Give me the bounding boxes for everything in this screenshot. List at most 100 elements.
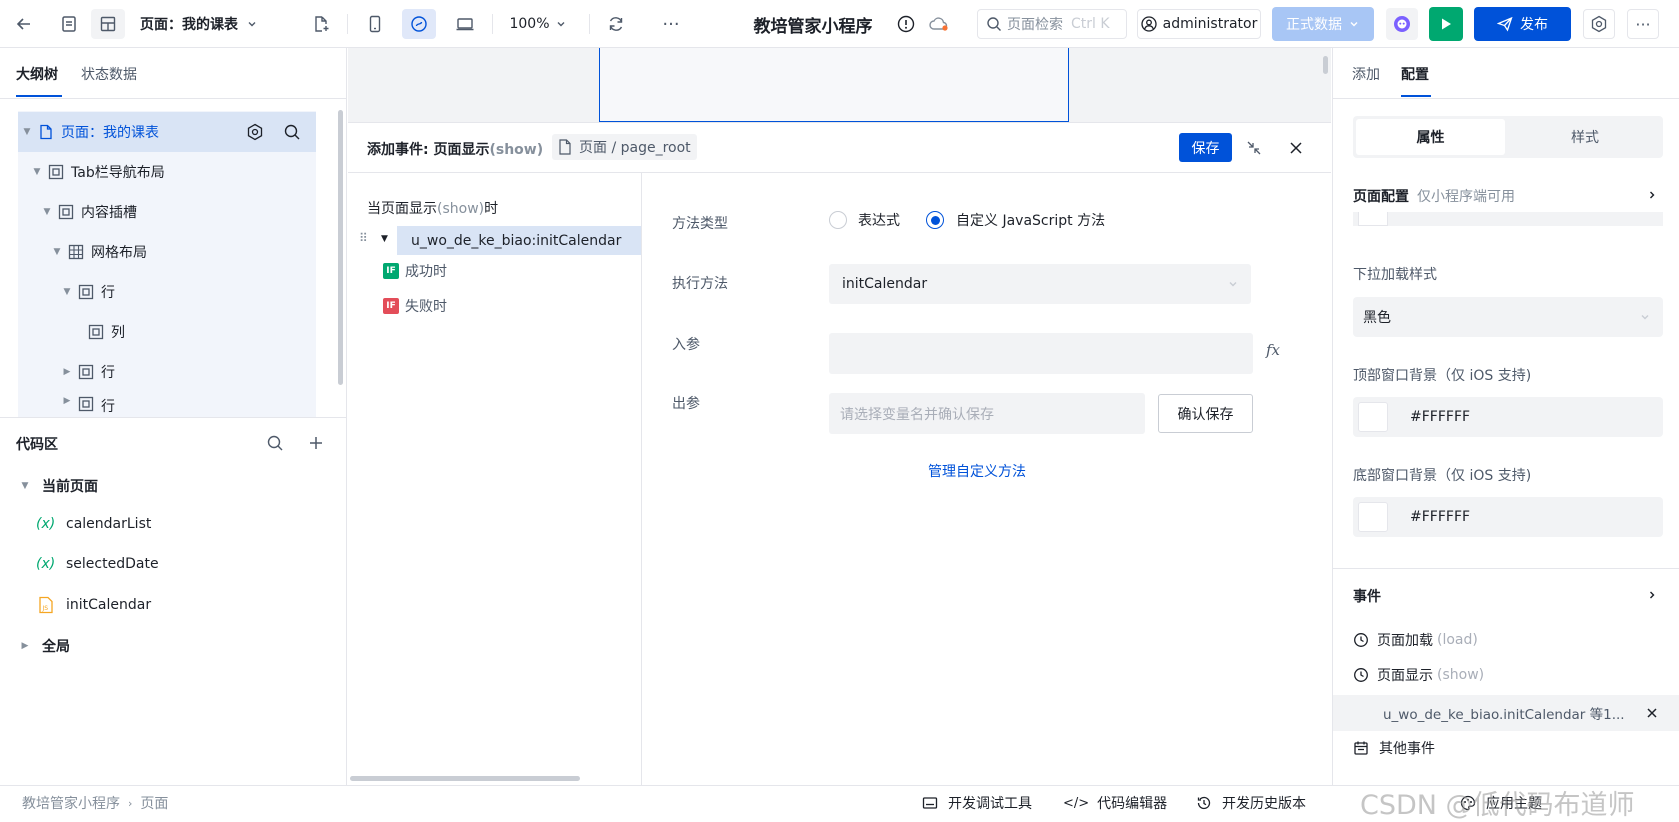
tab-outline-tree[interactable]: 大纲树 <box>16 64 58 84</box>
tree-node-tab-layout[interactable]: ▼ Tab栏导航布局 <box>18 152 316 192</box>
caret-down-icon[interactable]: ▼ <box>381 234 388 244</box>
close-icon[interactable] <box>1645 706 1659 720</box>
confirm-save-button[interactable]: 确认保存 <box>1158 394 1253 433</box>
radio-circle[interactable] <box>829 211 847 229</box>
event-show[interactable]: 页面显示 (show) <box>1353 665 1484 685</box>
tree-node-row[interactable]: ▶ 行 <box>18 352 316 392</box>
cloud-sync-icon[interactable] <box>925 9 953 39</box>
page-config-header[interactable]: 页面配置 仅小程序端可用 <box>1353 186 1515 206</box>
caret-down-icon[interactable]: ▼ <box>22 127 32 137</box>
output-variable-input[interactable]: 请选择变量名并确认保存 <box>829 393 1145 434</box>
tree-node-row[interactable]: ▼ 行 <box>18 272 316 312</box>
segment-styles[interactable]: 样式 <box>1510 119 1660 155</box>
tree-scrollbar[interactable] <box>338 110 343 385</box>
drag-handle-icon[interactable]: ⠿ <box>359 231 368 245</box>
breadcrumb-app[interactable]: 教培管家小程序 <box>22 793 120 813</box>
miniprogram-view-icon[interactable] <box>402 9 436 39</box>
tab-config[interactable]: 配置 <box>1401 64 1429 84</box>
horizontal-scrollbar[interactable] <box>350 776 580 781</box>
manage-methods-link[interactable]: 管理自定义方法 <box>928 461 1026 481</box>
zoom-select[interactable]: 100% <box>506 9 570 39</box>
exec-method-value: initCalendar <box>842 276 928 292</box>
radio-custom-js[interactable]: 自定义 JavaScript 方法 <box>926 210 1105 230</box>
canvas-scrollbar[interactable] <box>1323 56 1328 74</box>
global-group[interactable]: ▶ 全局 <box>20 636 70 656</box>
color-swatch[interactable] <box>1358 502 1388 532</box>
add-page-icon[interactable] <box>306 9 336 39</box>
caret-down-icon[interactable]: ▼ <box>52 247 62 257</box>
event-other[interactable]: 其他事件 <box>1353 738 1435 758</box>
segment-properties[interactable]: 属性 <box>1356 119 1505 155</box>
refresh-icon[interactable] <box>601 9 631 39</box>
exec-method-select[interactable]: initCalendar <box>829 264 1251 304</box>
fail-branch[interactable]: IF 失败时 <box>383 296 447 316</box>
tree-node-page[interactable]: ▼ 页面：我的课表 <box>18 112 316 152</box>
event-breadcrumb[interactable]: 页面 / page_root <box>552 134 697 160</box>
ai-assistant-icon[interactable] <box>1386 8 1418 40</box>
tab-add[interactable]: 添加 <box>1352 64 1380 84</box>
page-selector[interactable]: 页面：我的课表 <box>140 9 280 39</box>
code-item[interactable]: JS initCalendar <box>38 596 151 614</box>
info-icon[interactable] <box>893 9 919 39</box>
preview-run-button[interactable] <box>1429 7 1463 41</box>
method-type-label: 方法类型 <box>672 216 728 232</box>
events-title[interactable]: 事件 <box>1353 586 1381 606</box>
settings-icon[interactable] <box>1583 9 1615 39</box>
page-list-icon[interactable] <box>53 9 85 39</box>
caret-right-icon[interactable]: ▶ <box>20 641 30 651</box>
desktop-view-icon[interactable] <box>450 9 480 39</box>
page-search-input[interactable]: 页面检索 Ctrl K <box>977 9 1127 39</box>
caret-down-icon[interactable]: ▼ <box>42 207 52 217</box>
more-menu-icon[interactable]: ··· <box>1627 9 1659 39</box>
chevron-right-icon[interactable] <box>1646 189 1658 201</box>
tab-state-data[interactable]: 状态数据 <box>81 64 137 84</box>
layout-icon[interactable] <box>91 9 125 39</box>
clipped-color-field <box>1353 212 1663 226</box>
caret-down-icon[interactable]: ▼ <box>62 287 72 297</box>
bound-event-action[interactable]: u_wo_de_ke_biao.initCalendar 等1... <box>1333 695 1679 731</box>
devtools-button[interactable]: 开发调试工具 <box>922 793 1032 813</box>
collapse-icon[interactable] <box>1245 139 1263 157</box>
radio-expression[interactable]: 表达式 <box>829 210 900 230</box>
event-name: 其他事件 <box>1379 741 1435 757</box>
save-button[interactable]: 保存 <box>1179 133 1232 162</box>
close-icon[interactable] <box>1288 140 1304 156</box>
more-icon[interactable]: ··· <box>656 9 686 39</box>
pulldown-style-select[interactable]: 黑色 <box>1353 297 1663 337</box>
color-swatch[interactable] <box>1358 402 1388 432</box>
add-icon[interactable] <box>308 435 324 451</box>
fx-icon[interactable]: fx <box>1266 341 1280 359</box>
env-switch-button[interactable]: 正式数据 <box>1272 7 1374 41</box>
code-editor-button[interactable]: </> 代码编辑器 <box>1063 793 1167 813</box>
search-icon[interactable] <box>283 123 301 141</box>
tree-node-content-slot[interactable]: ▼ 内容插槽 <box>18 192 316 232</box>
input-params-field[interactable] <box>829 333 1253 374</box>
breadcrumb-page[interactable]: 页面 <box>140 793 168 813</box>
caret-down-icon[interactable]: ▼ <box>32 167 42 177</box>
tree-node-grid[interactable]: ▼ 网格布局 <box>18 232 316 272</box>
mobile-view-icon[interactable] <box>360 9 390 39</box>
caret-right-icon[interactable]: ▶ <box>62 396 72 406</box>
history-button[interactable]: 开发历史版本 <box>1196 793 1306 813</box>
code-item[interactable]: (x) selectedDate <box>36 556 159 572</box>
search-icon[interactable] <box>266 434 284 452</box>
back-arrow-icon[interactable] <box>8 9 40 39</box>
user-menu[interactable]: administrator <box>1137 9 1261 39</box>
chevron-right-icon[interactable] <box>1646 589 1658 601</box>
caret-down-icon[interactable]: ▼ <box>20 481 30 491</box>
code-item[interactable]: (x) calendarList <box>36 516 151 532</box>
settings-icon[interactable] <box>246 123 264 141</box>
publish-button[interactable]: 发布 <box>1474 7 1571 41</box>
event-load[interactable]: 页面加载 (load) <box>1353 630 1478 650</box>
caret-right-icon[interactable]: ▶ <box>62 367 72 377</box>
current-page-group[interactable]: ▼ 当前页面 <box>20 476 98 496</box>
radio-circle-checked[interactable] <box>926 211 944 229</box>
action-node[interactable]: u_wo_de_ke_biao:initCalendar <box>397 226 641 255</box>
bottom-bg-color-field[interactable]: #FFFFFF <box>1353 497 1663 537</box>
tree-node-row[interactable]: ▶ 行 <box>18 392 316 416</box>
top-bg-color-field[interactable]: #FFFFFF <box>1353 397 1663 437</box>
play-icon <box>1442 18 1451 30</box>
tree-node-col[interactable]: 列 <box>18 312 316 352</box>
success-branch[interactable]: IF 成功时 <box>383 261 447 281</box>
canvas-page-frame[interactable] <box>599 48 1069 122</box>
